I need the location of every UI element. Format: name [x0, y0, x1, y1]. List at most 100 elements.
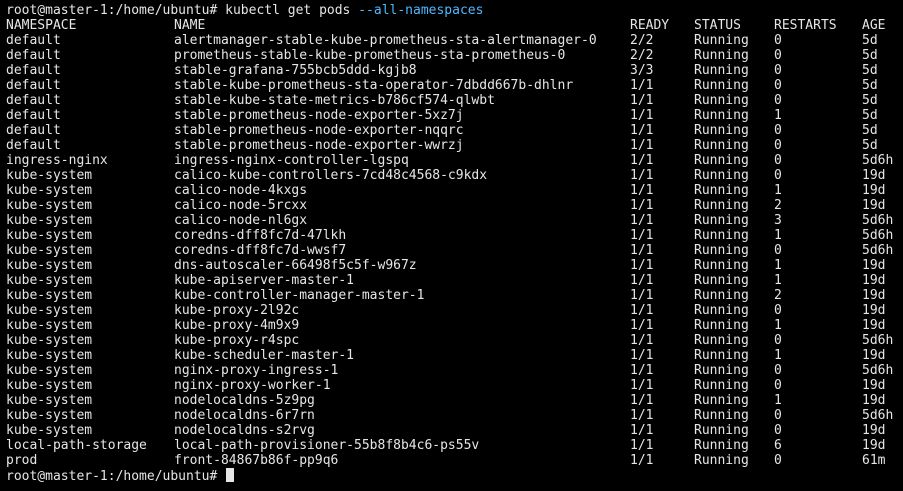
row-ready: 1/1: [630, 393, 654, 408]
table-row: default stable-kube-state-metrics-b786cf5…: [6, 93, 903, 108]
row-ready: 1/1: [630, 213, 654, 228]
row-pod-name: local-path-provisioner-55b8f8b4c6-ps55v: [174, 438, 480, 453]
row-restarts: 1: [774, 258, 782, 273]
row-ready: 2/2: [630, 33, 654, 48]
row-status: Running: [694, 228, 749, 243]
row-status: Running: [694, 123, 749, 138]
command-flag: --all-namespaces: [358, 3, 484, 18]
row-age: 5d: [862, 93, 878, 108]
row-status: Running: [694, 243, 749, 258]
row-pod-name: stable-prometheus-node-exporter-nqqrc: [174, 123, 464, 138]
row-status: Running: [694, 258, 749, 273]
row-status: Running: [694, 78, 749, 93]
table-row: kube-system kube-proxy-r4spc 1/1 Running 0 5d…: [6, 333, 903, 348]
row-pod-name: stable-prometheus-node-exporter-5xz7j: [174, 108, 464, 123]
row-pod-name: ingress-nginx-controller-lgspq: [174, 153, 409, 168]
row-status: Running: [694, 183, 749, 198]
table-row: default stable-prometheus-node-exporter-5…: [6, 108, 903, 123]
row-namespace: kube-system: [6, 228, 93, 243]
command-text: kubectl get pods: [225, 3, 359, 18]
row-namespace: default: [6, 108, 61, 123]
table-row: kube-system kube-controller-manager-maste…: [6, 288, 903, 303]
table-row: kube-system calico-kube-controllers-7cd48…: [6, 168, 903, 183]
row-namespace: kube-system: [6, 258, 93, 273]
row-restarts: 1: [774, 348, 782, 363]
row-pod-name: kube-scheduler-master-1: [174, 348, 355, 363]
row-age: 5d: [862, 63, 878, 78]
row-namespace: default: [6, 138, 61, 153]
row-restarts: 0: [774, 93, 782, 108]
row-namespace: kube-system: [6, 183, 93, 198]
row-pod-name: calico-node-4kxgs: [174, 183, 308, 198]
row-ready: 2/2: [630, 48, 654, 63]
row-status: Running: [694, 273, 749, 288]
terminal-window[interactable]: root@master-1:/home/ubuntu# kubectl get …: [0, 0, 903, 491]
table-row: kube-system kube-proxy-2l92c 1/1 Running 0 19…: [6, 303, 903, 318]
row-ready: 1/1: [630, 78, 654, 93]
row-namespace: default: [6, 93, 61, 108]
text-cursor: [226, 468, 235, 482]
row-status: Running: [694, 288, 749, 303]
row-namespace: kube-system: [6, 243, 93, 258]
row-pod-name: nginx-proxy-worker-1: [174, 378, 331, 393]
row-pod-name: calico-node-5rcxx: [174, 198, 308, 213]
row-ready: 1/1: [630, 228, 654, 243]
row-namespace: default: [6, 48, 61, 63]
row-age: 19d: [862, 303, 886, 318]
row-namespace: kube-system: [6, 273, 93, 288]
row-ready: 1/1: [630, 258, 654, 273]
row-age: 19d: [862, 438, 886, 453]
row-status: Running: [694, 348, 749, 363]
header-ready: READY: [630, 18, 670, 33]
row-restarts: 0: [774, 378, 782, 393]
row-namespace: kube-system: [6, 393, 93, 408]
row-namespace: default: [6, 78, 61, 93]
table-row: kube-system nginx-proxy-worker-1 1/1 Runnin…: [6, 378, 903, 393]
row-status: Running: [694, 363, 749, 378]
table-row: kube-system nodelocaldns-s2rvg 1/1 Running 0…: [6, 423, 903, 438]
table-row: local-path-storage local-path-provisioner…: [6, 438, 903, 453]
row-age: 5d: [862, 138, 878, 153]
row-age: 5d: [862, 48, 878, 63]
table-row: kube-system nodelocaldns-5z9pg 1/1 Running 1…: [6, 393, 903, 408]
row-age: 19d: [862, 423, 886, 438]
row-ready: 1/1: [630, 363, 654, 378]
row-age: 5d6h: [862, 243, 894, 258]
table-row: kube-system calico-node-nl6gx 1/1 Running 3 5…: [6, 213, 903, 228]
row-restarts: 2: [774, 198, 782, 213]
row-namespace: kube-system: [6, 363, 93, 378]
row-pod-name: kube-proxy-r4spc: [174, 333, 300, 348]
row-status: Running: [694, 93, 749, 108]
row-restarts: 0: [774, 138, 782, 153]
row-restarts: 1: [774, 108, 782, 123]
row-restarts: 0: [774, 333, 782, 348]
row-namespace: default: [6, 123, 61, 138]
table-row: default prometheus-stable-kube-prometheus…: [6, 48, 903, 63]
row-age: 5d6h: [862, 363, 894, 378]
table-row: kube-system calico-node-4kxgs 1/1 Running 1 1…: [6, 183, 903, 198]
row-namespace: kube-system: [6, 423, 93, 438]
row-namespace: kube-system: [6, 408, 93, 423]
row-pod-name: calico-node-nl6gx: [174, 213, 308, 228]
row-age: 19d: [862, 378, 886, 393]
row-restarts: 1: [774, 183, 782, 198]
table-row: kube-system dns-autoscaler-66498f5c5f-w96…: [6, 258, 903, 273]
row-ready: 1/1: [630, 138, 654, 153]
row-pod-name: stable-kube-prometheus-sta-operator-7dbd…: [174, 78, 574, 93]
row-pod-name: dns-autoscaler-66498f5c5f-w967z: [174, 258, 417, 273]
table-row: default stable-grafana-755bcb5ddd-kgjb8 3/…: [6, 63, 903, 78]
final-prompt-line[interactable]: root@master-1:/home/ubuntu#: [6, 468, 903, 484]
row-ready: 1/1: [630, 453, 654, 468]
row-ready: 1/1: [630, 273, 654, 288]
row-restarts: 0: [774, 33, 782, 48]
row-ready: 1/1: [630, 423, 654, 438]
table-row: kube-system kube-proxy-4m9x9 1/1 Running 1 19…: [6, 318, 903, 333]
row-restarts: 0: [774, 168, 782, 183]
row-ready: 1/1: [630, 408, 654, 423]
row-restarts: 0: [774, 78, 782, 93]
row-age: 19d: [862, 198, 886, 213]
row-namespace: default: [6, 63, 61, 78]
row-status: Running: [694, 333, 749, 348]
row-restarts: 3: [774, 213, 782, 228]
row-pod-name: nodelocaldns-6r7rn: [174, 408, 315, 423]
